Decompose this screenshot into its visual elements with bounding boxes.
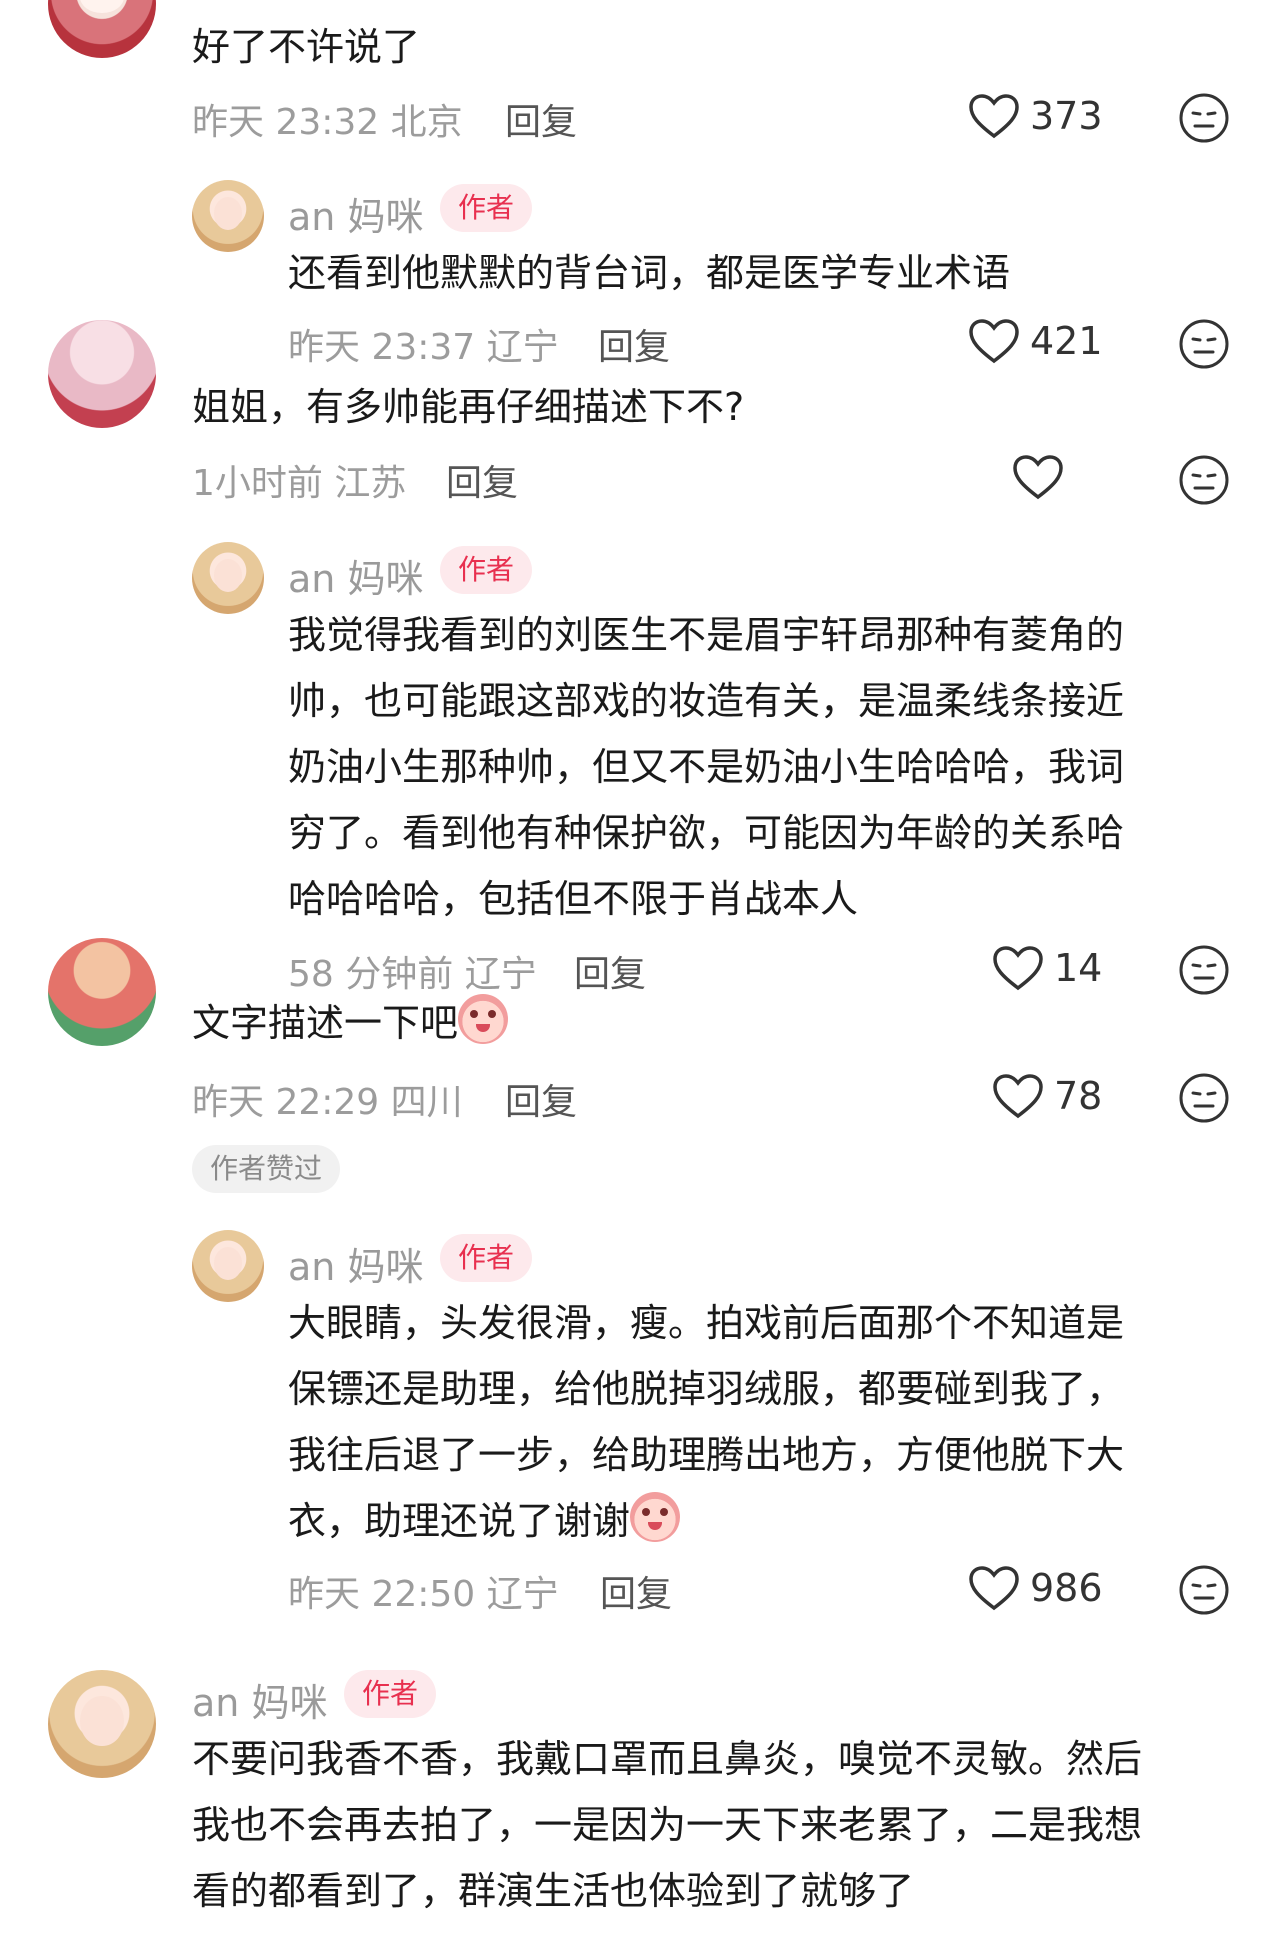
like-button[interactable]: 421 [968,318,1103,364]
heart-outline-icon [969,1566,1019,1611]
comment-meta: 昨天 23:37 辽宁 [288,327,559,368]
neutral-face-icon[interactable] [1178,1072,1230,1124]
avatar[interactable] [192,1230,264,1302]
reply-button[interactable]: 回复 [505,93,577,145]
shy-face-emoji-icon [458,994,509,1044]
username[interactable]: an 妈咪 [288,1236,423,1291]
like-count: 14 [1054,946,1103,990]
kiss-face-emoji-icon [630,1492,681,1542]
username[interactable]: an 妈咪 [288,186,423,241]
neutral-face-icon[interactable] [1178,454,1230,506]
like-count: 421 [1030,319,1103,363]
reply-button[interactable]: 回复 [505,1073,577,1125]
avatar[interactable] [48,0,156,58]
author-badge: 作者 [440,184,533,232]
like-count: 78 [1054,1074,1103,1118]
like-count: 373 [1030,94,1103,138]
comment-text: 不要问我香不香，我戴口罩而且鼻炎，嗅觉不灵敏。然后 我也不会再去拍了，一是因为一… [192,1726,1142,1924]
comment-line: 我觉得我看到的刘医生不是眉宇轩昂那种有菱角的 [288,613,1125,657]
comment-line: 奶油小生那种帅，但又不是奶油小生哈哈哈，我词 [288,745,1125,789]
avatar[interactable] [192,542,264,614]
comment-text-content: 文字描述一下吧 [192,1001,459,1045]
comment-text: 大眼睛，头发很滑，瘦。拍戏前后面那个不知道是 保镖还是助理，给他脱掉羽绒服，都要… [288,1290,1124,1554]
comment-meta: 昨天 22:50 辽宁 [288,1574,559,1615]
like-button[interactable]: 14 [992,945,1102,991]
comment-text: 还看到他默默的背台词，都是医学专业术语 [288,251,1011,295]
heart-outline-icon [993,1074,1043,1119]
like-count: 986 [1030,1566,1103,1610]
comment-text: 好了不许说了 [192,25,421,69]
comment-line: 保镖还是助理，给他脱掉羽绒服，都要碰到我了， [288,1367,1125,1411]
comment-meta: 昨天 22:29 四川 [192,1082,463,1123]
heart-outline-icon [993,946,1043,991]
reply-button[interactable]: 回复 [600,1565,672,1617]
heart-outline-icon [969,94,1019,139]
author-liked-tag: 作者赞过 [192,1145,341,1193]
author-badge: 作者 [344,1670,437,1718]
comment-line: 衣，助理还说了谢谢 [288,1488,1124,1554]
neutral-face-icon[interactable] [1178,92,1230,144]
comment-line-text: 衣，助理还说了谢谢 [288,1499,631,1543]
comment-line: 哈哈哈哈，包括但不限于肖战本人 [288,877,859,921]
like-button[interactable]: 986 [968,1565,1103,1611]
comment-text: 姐姐，有多帅能再仔细描述下不? [192,385,745,429]
comment-line: 大眼睛，头发很滑，瘦。拍戏前后面那个不知道是 [288,1301,1125,1345]
like-button[interactable]: 373 [968,93,1103,139]
neutral-face-icon[interactable] [1178,944,1230,996]
comment-text: 文字描述一下吧 [192,990,509,1056]
comment-meta: 1小时前 江苏 [192,463,407,504]
author-badge: 作者 [440,546,533,594]
avatar[interactable] [48,1670,156,1778]
comment-meta: 昨天 23:32 北京 [192,102,463,143]
reply-button[interactable]: 回复 [598,318,670,370]
comment-text: 我觉得我看到的刘医生不是眉宇轩昂那种有菱角的 帅，也可能跟这部戏的妆造有关，是温… [288,602,1124,932]
comment-line: 不要问我香不香，我戴口罩而且鼻炎，嗅觉不灵敏。然后 [192,1737,1143,1781]
comment-line: 我往后退了一步，给助理腾出地方，方便他脱下大 [288,1433,1125,1477]
comment-line: 看的都看到了，群演生活也体验到了就够了 [192,1869,915,1913]
avatar[interactable] [48,320,156,428]
author-badge: 作者 [440,1234,533,1282]
comment-line: 穷了。看到他有种保护欲，可能因为年龄的关系哈 [288,811,1125,855]
reply-button[interactable]: 回复 [574,945,646,997]
like-button[interactable]: 78 [992,1073,1102,1119]
heart-outline-icon [969,319,1019,364]
avatar[interactable] [192,180,264,252]
username[interactable]: an 妈咪 [288,548,423,603]
avatar[interactable] [48,938,156,1046]
neutral-face-icon[interactable] [1178,318,1230,370]
heart-outline-icon [1013,455,1063,500]
comment-line: 帅，也可能跟这部戏的妆造有关，是温柔线条接近 [288,679,1125,723]
like-button[interactable] [1012,454,1064,500]
neutral-face-icon[interactable] [1178,1564,1230,1616]
comment-line: 我也不会再去拍了，一是因为一天下来老累了，二是我想 [192,1803,1143,1847]
reply-button[interactable]: 回复 [446,454,518,506]
username[interactable]: an 妈咪 [192,1672,327,1727]
